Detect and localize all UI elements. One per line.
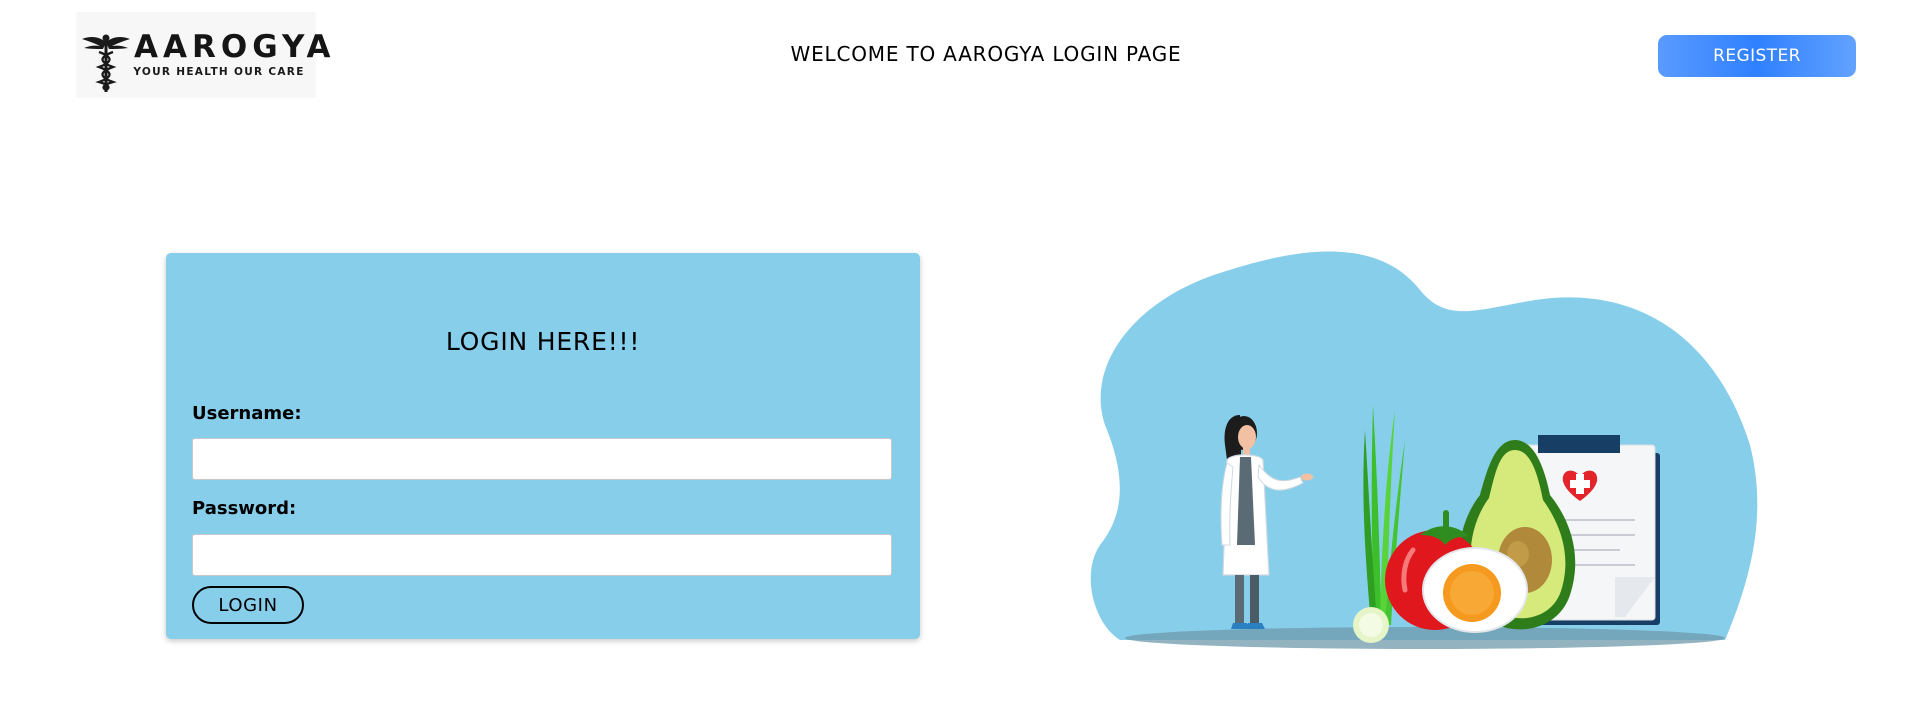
username-label: Username: xyxy=(192,403,302,424)
username-input[interactable] xyxy=(192,438,892,480)
password-label: Password: xyxy=(192,498,297,519)
logo-tagline: YOUR HEALTH OUR CARE xyxy=(133,66,305,78)
logo[interactable]: AAROGYA YOUR HEALTH OUR CARE xyxy=(76,12,330,98)
password-input[interactable] xyxy=(192,534,892,576)
logo-title: AAROGYA xyxy=(134,29,336,65)
login-button[interactable]: LOGIN xyxy=(192,586,304,624)
page-title: WELCOME TO AAROGYA LOGIN PAGE xyxy=(790,42,1182,66)
doctor-healthy-food-illustration xyxy=(1090,251,1758,649)
caduceus-icon xyxy=(82,34,130,92)
login-form: LOGIN HERE!!! Username: Password: LOGIN xyxy=(166,253,920,639)
ground-shadow xyxy=(1125,627,1725,649)
login-page: AAROGYA YOUR HEALTH OUR CARE WELCOME TO … xyxy=(0,0,1919,713)
boiled-egg xyxy=(1422,547,1528,633)
register-button[interactable]: REGISTER xyxy=(1658,35,1856,77)
login-heading: LOGIN HERE!!! xyxy=(445,327,641,356)
